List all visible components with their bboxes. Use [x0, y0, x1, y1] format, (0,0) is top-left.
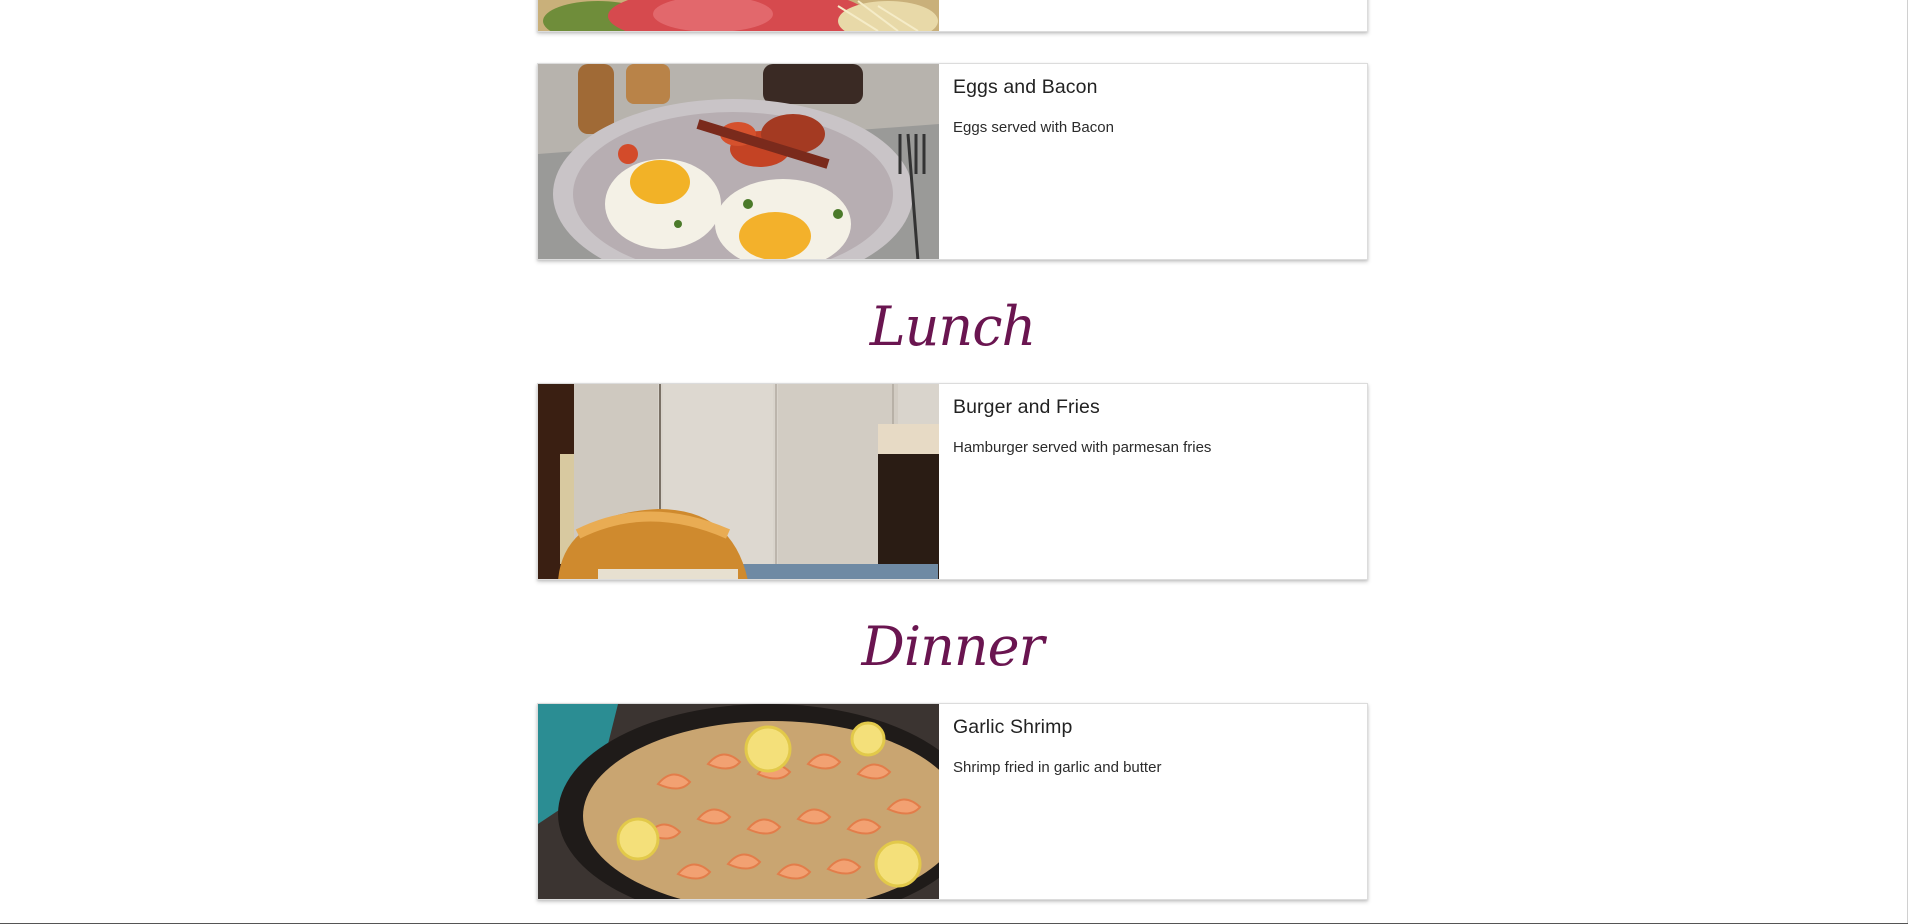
item-description: Shrimp fried in garlic and butter: [953, 759, 1162, 777]
partial-card-body: [939, 0, 1367, 31]
card-body: Garlic Shrimp Shrimp fried in garlic and…: [939, 704, 1367, 899]
menu-card-partial: [537, 0, 1368, 32]
item-title: Burger and Fries: [953, 396, 1100, 418]
menu-card-garlic-shrimp[interactable]: Garlic Shrimp Shrimp fried in garlic and…: [537, 703, 1368, 900]
burger-and-fries-image: [538, 384, 939, 579]
menu-card-eggs-and-bacon[interactable]: Eggs and Bacon Eggs served with Bacon: [537, 63, 1368, 260]
partial-food-image: [538, 0, 939, 31]
card-body: Burger and Fries Hamburger served with p…: [939, 384, 1367, 579]
page-viewport: Eggs and Bacon Eggs served with Bacon Lu…: [0, 0, 1908, 924]
garlic-shrimp-image: [538, 704, 939, 899]
section-heading-lunch: Lunch: [869, 295, 1036, 358]
menu-card-burger-and-fries[interactable]: Burger and Fries Hamburger served with p…: [537, 383, 1368, 580]
item-description: Hamburger served with parmesan fries: [953, 439, 1212, 457]
item-title: Garlic Shrimp: [953, 716, 1073, 738]
item-title: Eggs and Bacon: [953, 76, 1098, 98]
eggs-and-bacon-image: [538, 64, 939, 259]
item-description: Eggs served with Bacon: [953, 119, 1114, 137]
section-heading-dinner: Dinner: [861, 615, 1045, 678]
card-body: Eggs and Bacon Eggs served with Bacon: [939, 64, 1367, 259]
